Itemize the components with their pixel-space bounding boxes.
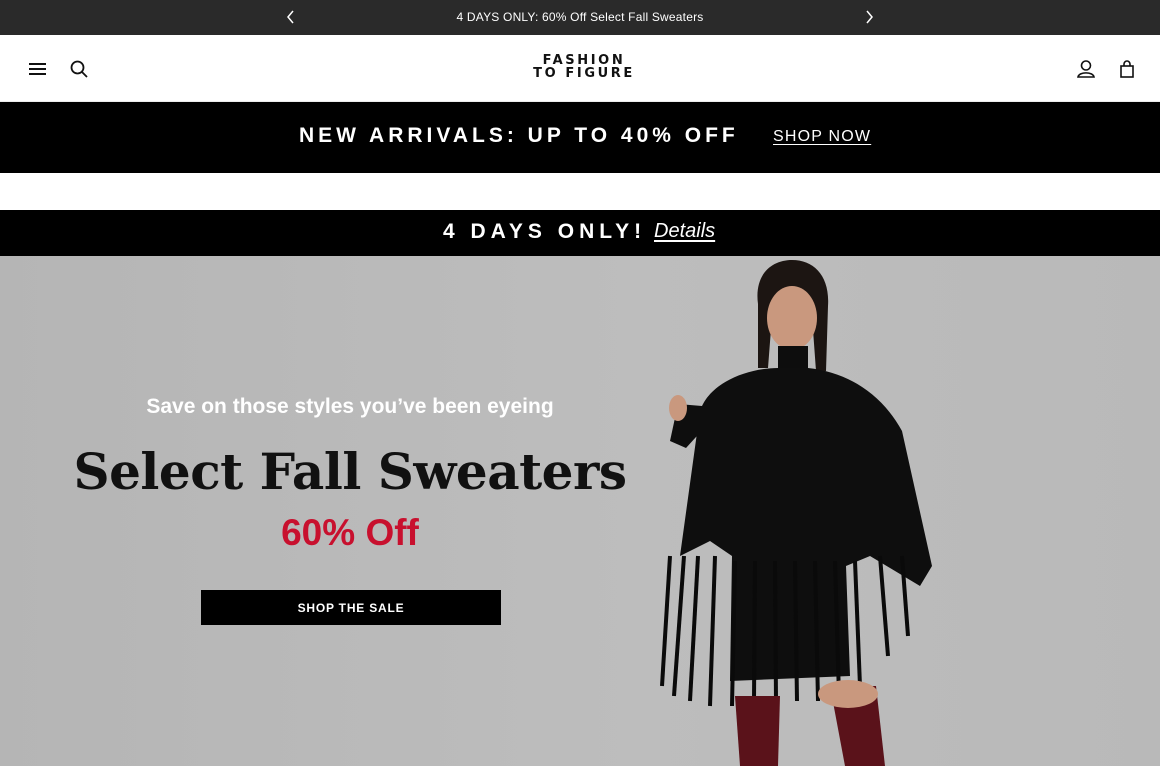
four-days-banner: 4 DAYS ONLY! Details [0, 210, 1160, 256]
new-arrivals-banner: NEW ARRIVALS: UP TO 40% OFF SHOP NOW [0, 102, 1160, 173]
hero-banner[interactable]: Save on those styles you’ve been eyeing … [0, 256, 1160, 766]
shopping-bag-icon[interactable] [1116, 58, 1138, 80]
site-header: FASHION TO FIGURE [0, 35, 1160, 102]
logo-line-2: TO FIGURE [533, 66, 635, 81]
shop-now-link[interactable]: SHOP NOW [773, 128, 871, 146]
hero-discount: 60% Off [281, 512, 419, 553]
chevron-right-icon[interactable] [860, 8, 878, 26]
announcement-text[interactable]: 4 DAYS ONLY: 60% Off Select Fall Sweater… [0, 0, 1160, 35]
details-link[interactable]: Details [654, 220, 715, 243]
shop-the-sale-button[interactable]: SHOP THE SALE [201, 590, 501, 625]
hamburger-menu-icon[interactable] [27, 58, 49, 80]
new-arrivals-text: NEW ARRIVALS: UP TO 40% OFF [299, 124, 739, 147]
user-icon[interactable] [1075, 58, 1097, 80]
hero-subtitle: Save on those styles you’ve been eyeing [146, 395, 554, 418]
four-days-text: 4 DAYS ONLY! [443, 220, 647, 243]
model-image [660, 260, 932, 766]
announcement-bar: 4 DAYS ONLY: 60% Off Select Fall Sweater… [0, 0, 1160, 35]
search-icon[interactable] [68, 58, 90, 80]
hero-title: Select Fall Sweaters [73, 442, 628, 501]
brand-logo[interactable]: FASHION TO FIGURE [520, 54, 648, 80]
